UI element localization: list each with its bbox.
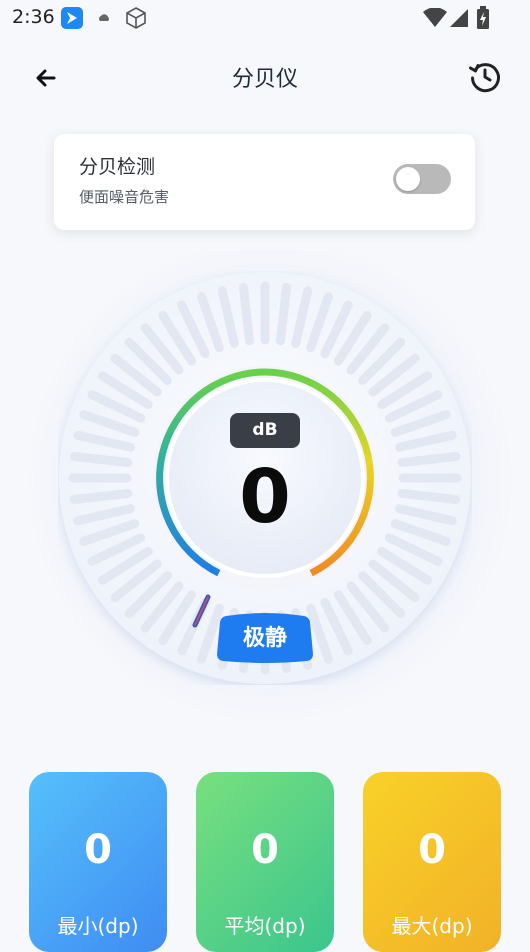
history-icon — [469, 63, 500, 93]
stat-min-value: 0 — [84, 827, 112, 873]
app-notification-icon — [60, 6, 84, 34]
unit-badge: dB — [230, 413, 300, 448]
battery-charging-icon — [476, 6, 490, 34]
stat-card-min: 0 最小(dp) — [29, 772, 167, 952]
gauge-tick — [397, 488, 461, 504]
wifi-icon — [423, 7, 447, 32]
detection-card: 分贝检测 便面噪音危害 — [54, 134, 475, 230]
level-label: 极静 — [242, 626, 287, 651]
gauge-tick — [69, 488, 133, 504]
stat-card-average: 0 平均(dp) — [196, 772, 334, 952]
signal-icon — [449, 8, 469, 32]
decibel-reading: 0 — [239, 454, 291, 540]
history-button[interactable] — [468, 60, 502, 94]
stat-card-max: 0 最大(dp) — [363, 772, 501, 952]
stat-average-value: 0 — [251, 827, 279, 873]
noise-level-badge: 极静 — [216, 612, 314, 663]
cube-icon — [124, 6, 148, 34]
app-header: 分贝仪 — [0, 52, 530, 102]
detection-subtitle: 便面噪音危害 — [79, 188, 170, 206]
cloud-icon — [96, 10, 112, 30]
gauge-tick — [397, 452, 461, 468]
stat-average-label: 平均(dp) — [224, 914, 306, 938]
page-title: 分贝仪 — [231, 67, 298, 92]
gauge-tick — [239, 282, 255, 346]
detection-title: 分贝检测 — [79, 156, 156, 178]
toggle-knob — [396, 167, 420, 191]
status-bar: 2:36 — [0, 0, 530, 36]
status-time: 2:36 — [12, 6, 55, 28]
stat-max-label: 最大(dp) — [391, 914, 473, 938]
gauge-tick — [275, 282, 291, 346]
gauge-tick — [69, 452, 133, 468]
stat-min-label: 最小(dp) — [57, 914, 139, 938]
stat-max-value: 0 — [418, 827, 446, 873]
detection-toggle[interactable] — [393, 164, 451, 194]
